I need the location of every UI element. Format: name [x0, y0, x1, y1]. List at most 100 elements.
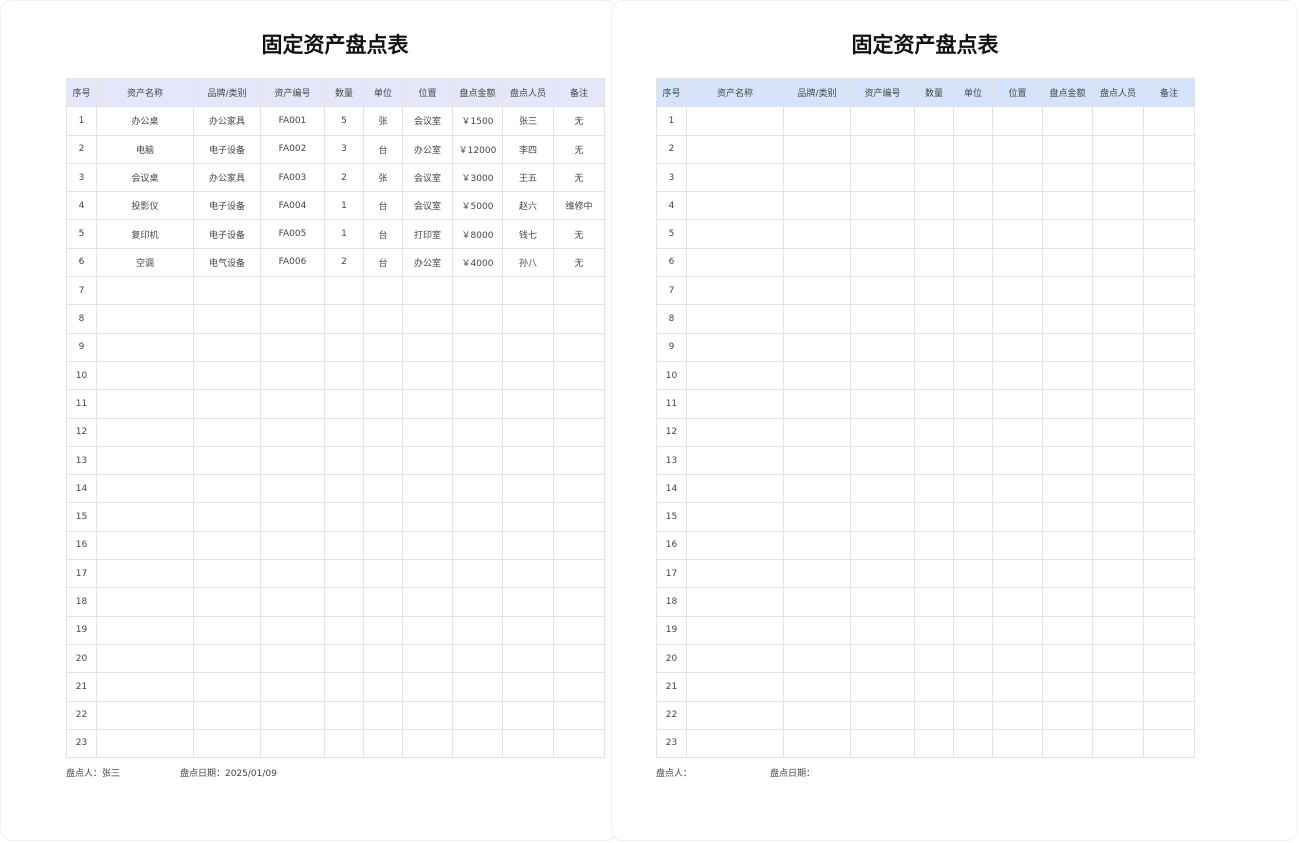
table-cell[interactable]: [992, 417, 1043, 447]
table-cell[interactable]: 1: [656, 106, 687, 136]
table-cell[interactable]: [96, 360, 194, 391]
table-cell[interactable]: [850, 276, 915, 306]
table-cell[interactable]: [953, 134, 993, 164]
table-cell[interactable]: 9: [66, 332, 97, 362]
table-cell[interactable]: [953, 360, 993, 391]
table-cell[interactable]: [914, 360, 954, 391]
table-cell[interactable]: [1143, 417, 1195, 447]
table-cell[interactable]: [260, 360, 325, 391]
table-cell[interactable]: [850, 530, 915, 561]
table-cell[interactable]: [953, 247, 993, 278]
table-cell[interactable]: 复印机: [96, 219, 194, 249]
table-cell[interactable]: [686, 587, 784, 617]
table-cell[interactable]: [1042, 587, 1093, 617]
table-cell[interactable]: 3: [656, 162, 687, 193]
table-cell[interactable]: [363, 445, 403, 476]
table-cell[interactable]: 张: [363, 106, 403, 136]
table-cell[interactable]: [850, 389, 915, 419]
table-cell[interactable]: [686, 162, 784, 193]
table-cell[interactable]: [914, 219, 954, 249]
table-cell[interactable]: [502, 304, 554, 334]
table-cell[interactable]: [914, 162, 954, 193]
table-cell[interactable]: [193, 417, 261, 447]
table-cell[interactable]: 21: [656, 672, 687, 702]
table-cell[interactable]: [686, 219, 784, 249]
table-cell[interactable]: [850, 559, 915, 589]
table-cell[interactable]: [363, 417, 403, 447]
table-cell[interactable]: [1042, 134, 1093, 164]
table-cell[interactable]: [96, 615, 194, 645]
table-cell[interactable]: [686, 530, 784, 561]
table-cell[interactable]: [1092, 304, 1144, 334]
table-cell[interactable]: [402, 728, 453, 759]
table-cell[interactable]: [953, 587, 993, 617]
table-cell[interactable]: [783, 247, 851, 278]
table-cell[interactable]: [193, 474, 261, 504]
table-cell[interactable]: 20: [656, 643, 687, 674]
table-cell[interactable]: [783, 474, 851, 504]
table-cell[interactable]: [992, 360, 1043, 391]
table-cell[interactable]: [783, 643, 851, 674]
table-cell[interactable]: [1042, 360, 1093, 391]
table-cell[interactable]: 无: [553, 134, 605, 164]
table-cell[interactable]: 5: [66, 219, 97, 249]
table-cell[interactable]: [553, 643, 605, 674]
table-cell[interactable]: [452, 445, 503, 476]
table-cell[interactable]: [260, 615, 325, 645]
table-cell[interactable]: 打印室: [402, 219, 453, 249]
table-cell[interactable]: [1143, 247, 1195, 278]
table-cell[interactable]: [953, 643, 993, 674]
table-cell[interactable]: [363, 672, 403, 702]
table-cell[interactable]: [452, 672, 503, 702]
table-cell[interactable]: FA005: [260, 219, 325, 249]
table-cell[interactable]: [324, 643, 364, 674]
table-cell[interactable]: [96, 474, 194, 504]
table-cell[interactable]: [452, 276, 503, 306]
table-cell[interactable]: [324, 672, 364, 702]
table-cell[interactable]: [953, 191, 993, 221]
table-cell[interactable]: [1042, 247, 1093, 278]
table-cell[interactable]: [783, 615, 851, 645]
table-cell[interactable]: [553, 502, 605, 532]
table-cell[interactable]: [1092, 728, 1144, 759]
table-cell[interactable]: [1143, 134, 1195, 164]
table-cell[interactable]: 电子设备: [193, 219, 261, 249]
table-cell[interactable]: [260, 728, 325, 759]
table-cell[interactable]: [686, 672, 784, 702]
table-cell[interactable]: [850, 247, 915, 278]
table-cell[interactable]: 电子设备: [193, 191, 261, 221]
table-cell[interactable]: [96, 276, 194, 306]
table-cell[interactable]: [96, 445, 194, 476]
table-cell[interactable]: [992, 643, 1043, 674]
table-cell[interactable]: [686, 134, 784, 164]
table-cell[interactable]: 18: [656, 587, 687, 617]
table-cell[interactable]: [1042, 332, 1093, 362]
table-cell[interactable]: 9: [656, 332, 687, 362]
table-cell[interactable]: [953, 445, 993, 476]
table-cell[interactable]: [1092, 700, 1144, 730]
table-cell[interactable]: [502, 417, 554, 447]
table-cell[interactable]: [914, 559, 954, 589]
table-cell[interactable]: 会议室: [402, 191, 453, 221]
table-cell[interactable]: [1143, 615, 1195, 645]
table-cell[interactable]: 3: [66, 162, 97, 193]
table-cell[interactable]: [850, 304, 915, 334]
table-cell[interactable]: [686, 417, 784, 447]
table-cell[interactable]: 维修中: [553, 191, 605, 221]
table-cell[interactable]: [783, 276, 851, 306]
table-cell[interactable]: 4: [66, 191, 97, 221]
table-cell[interactable]: [953, 162, 993, 193]
table-cell[interactable]: 办公家具: [193, 162, 261, 193]
table-cell[interactable]: 6: [656, 247, 687, 278]
table-cell[interactable]: [1042, 502, 1093, 532]
table-cell[interactable]: [452, 587, 503, 617]
table-cell[interactable]: [850, 700, 915, 730]
table-cell[interactable]: [1143, 106, 1195, 136]
table-cell[interactable]: [850, 360, 915, 391]
table-cell[interactable]: [914, 106, 954, 136]
table-cell[interactable]: [992, 530, 1043, 561]
table-cell[interactable]: [1092, 502, 1144, 532]
table-cell[interactable]: [686, 445, 784, 476]
table-cell[interactable]: [992, 247, 1043, 278]
table-cell[interactable]: [363, 502, 403, 532]
